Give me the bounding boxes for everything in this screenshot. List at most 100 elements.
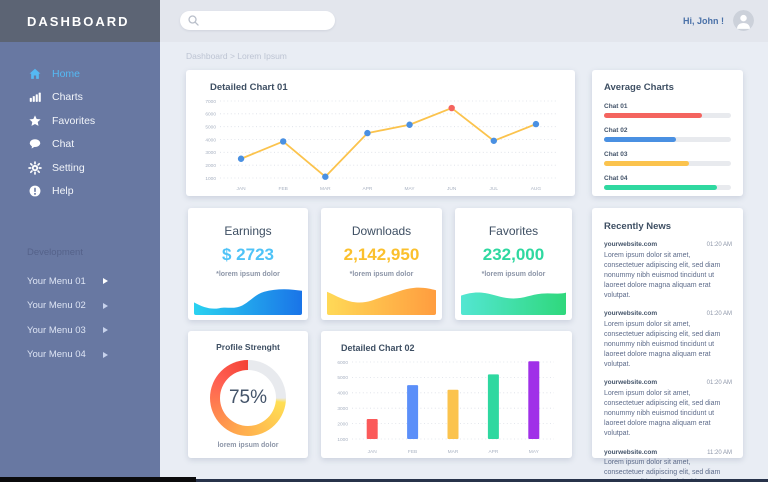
sidebar-dev-nav: Your Menu 01 Your Menu 02 Your Menu 03 Y… [0, 269, 160, 367]
svg-text:MAY: MAY [529, 449, 540, 455]
card-title: Detailed Chart 02 [341, 343, 415, 353]
news-time: 01:20 AM [707, 311, 732, 317]
sidebar-item-label: Your Menu 02 [27, 300, 95, 311]
svg-text:JUL: JUL [490, 186, 499, 192]
stat-title: Downloads [321, 224, 442, 238]
sidebar-item-home[interactable]: Home [0, 62, 160, 86]
donut-chart: 75% [210, 360, 286, 436]
card-title: Profile Strenght [188, 342, 308, 352]
profile-strength-card: Profile Strenght 75% lorem ipsum dolor [188, 331, 308, 458]
progress-track [604, 161, 731, 166]
news-item[interactable]: yourwebsite.com 01:20 AM Lorem ipsum dol… [604, 379, 732, 439]
news-time: 11:20 AM [707, 450, 732, 456]
sidebar: DASHBOARD Home Charts Favorites [0, 0, 160, 482]
progress-row: Chat 04 [604, 175, 731, 190]
search-input[interactable] [200, 16, 320, 26]
breadcrumb: Dashboard > Lorem Ipsum [186, 51, 287, 61]
favorites-wave-chart [461, 282, 566, 315]
home-icon [27, 66, 43, 82]
progress-label: Chat 02 [604, 127, 731, 134]
user-greeting: Hi, John ! [683, 16, 724, 26]
sidebar-header: DASHBOARD [0, 0, 160, 42]
downloads-card: Downloads 2,142,950 *lorem ipsum dolor [321, 208, 442, 320]
svg-text:5000: 5000 [205, 124, 216, 130]
bar-chart-icon [27, 89, 43, 105]
app-title: DASHBOARD [27, 14, 130, 29]
stat-note: *lorem ipsum dolor [188, 271, 308, 278]
progress-label: Chat 01 [604, 103, 731, 110]
svg-text:5000: 5000 [337, 375, 348, 381]
earnings-card: Earnings $ 2723 *lorem ipsum dolor [188, 208, 308, 320]
svg-text:JAN: JAN [368, 449, 378, 455]
detailed-chart-01-card: Detailed Chart 01 1000200030004000500060… [186, 70, 575, 196]
average-bars: Chat 01 Chat 02 Chat 03 Chat 04 [604, 103, 731, 199]
svg-text:7000: 7000 [205, 99, 216, 105]
line-chart: 1000200030004000500060007000JANFEBMARAPR… [194, 94, 567, 192]
avatar[interactable] [733, 10, 754, 31]
sidebar-item-label: Your Menu 03 [27, 325, 95, 336]
stat-value: $ 2723 [188, 245, 308, 265]
sidebar-item-your-menu-03[interactable]: Your Menu 03 [0, 318, 160, 343]
sidebar-item-label: Chat [52, 138, 74, 150]
svg-text:MAY: MAY [405, 186, 416, 192]
sidebar-item-setting[interactable]: Setting [0, 156, 160, 180]
chevron-right-icon [103, 278, 108, 284]
sidebar-section-label: Development [27, 247, 83, 258]
search-icon [187, 14, 200, 27]
progress-row: Chat 03 [604, 151, 731, 166]
sidebar-item-chat[interactable]: Chat [0, 133, 160, 157]
svg-text:FEB: FEB [408, 449, 417, 455]
svg-text:2000: 2000 [205, 163, 216, 169]
news-time: 01:20 AM [707, 380, 732, 386]
progress-row: Chat 01 [604, 103, 731, 118]
sidebar-item-label: Favorites [52, 115, 95, 127]
svg-text:JUN: JUN [447, 186, 457, 192]
sidebar-item-label: Your Menu 01 [27, 276, 95, 287]
earnings-wave-chart [194, 282, 302, 315]
sidebar-nav: Home Charts Favorites Chat [0, 62, 160, 203]
sidebar-item-your-menu-02[interactable]: Your Menu 02 [0, 294, 160, 319]
news-item[interactable]: yourwebsite.com 11:20 AM Lorem ipsum dol… [604, 449, 732, 482]
svg-text:APR: APR [488, 449, 498, 455]
svg-text:4000: 4000 [205, 137, 216, 143]
sidebar-item-help[interactable]: Help [0, 180, 160, 204]
user-menu[interactable]: Hi, John ! [683, 10, 754, 31]
news-source: yourwebsite.com [604, 379, 657, 386]
star-icon [27, 113, 43, 129]
news-source: yourwebsite.com [604, 449, 657, 456]
svg-text:FEB: FEB [279, 186, 288, 192]
svg-text:6000: 6000 [205, 112, 216, 118]
sidebar-item-label: Your Menu 04 [27, 349, 95, 360]
downloads-wave-chart [327, 282, 436, 315]
chat-bubble-icon [27, 136, 43, 152]
svg-text:1000: 1000 [205, 176, 216, 182]
stat-title: Favorites [455, 224, 572, 238]
news-item[interactable]: yourwebsite.com 01:20 AM Lorem ipsum dol… [604, 241, 732, 301]
news-item[interactable]: yourwebsite.com 01:20 AM Lorem ipsum dol… [604, 310, 732, 370]
profile-note: lorem ipsum dolor [188, 442, 308, 449]
search-bar[interactable] [180, 11, 335, 30]
sidebar-item-your-menu-04[interactable]: Your Menu 04 [0, 343, 160, 368]
sidebar-item-your-menu-01[interactable]: Your Menu 01 [0, 269, 160, 294]
progress-track [604, 113, 731, 118]
svg-text:3000: 3000 [337, 406, 348, 412]
sidebar-item-label: Help [52, 185, 74, 197]
svg-text:2000: 2000 [337, 421, 348, 427]
svg-text:1000: 1000 [337, 437, 348, 443]
progress-fill [604, 137, 676, 142]
card-title: Recently News [604, 221, 671, 232]
chevron-right-icon [103, 303, 108, 309]
dashboard-page: DASHBOARD Home Charts Favorites [0, 0, 768, 482]
bar-chart: 100020003000400050006000JANFEBMARAPRMAY [327, 353, 566, 455]
svg-text:4000: 4000 [337, 391, 348, 397]
stat-note: *lorem ipsum dolor [321, 271, 442, 278]
svg-text:6000: 6000 [337, 360, 348, 366]
sidebar-item-charts[interactable]: Charts [0, 86, 160, 110]
sidebar-item-favorites[interactable]: Favorites [0, 109, 160, 133]
svg-text:JAN: JAN [237, 186, 247, 192]
progress-fill [604, 185, 717, 190]
stat-note: *lorem ipsum dolor [455, 271, 572, 278]
news-source: yourwebsite.com [604, 241, 657, 248]
progress-label: Chat 03 [604, 151, 731, 158]
card-title: Average Charts [604, 82, 674, 93]
